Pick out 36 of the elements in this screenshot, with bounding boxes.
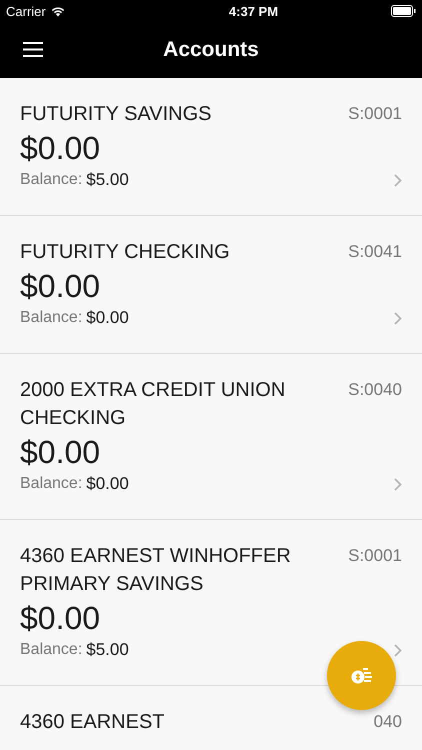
balance-value: $0.00 bbox=[86, 474, 129, 494]
account-code: S:0001 bbox=[348, 103, 402, 125]
account-name: 4360 EARNEST WINHOFFER PRIMARY SAVINGS bbox=[20, 544, 292, 597]
menu-icon[interactable] bbox=[23, 42, 43, 57]
battery-icon bbox=[390, 5, 416, 17]
chevron-right-icon bbox=[394, 174, 402, 186]
account-code: S:0041 bbox=[348, 241, 402, 263]
account-name: 2000 EXTRA CREDIT UNION CHECKING bbox=[20, 378, 286, 431]
account-row[interactable]: FUTURITY CHECKING S:0041 $0.00 Balance: $0.00 bbox=[0, 216, 422, 354]
account-code: S:0001 bbox=[348, 545, 402, 567]
account-name: 4360 EARNEST bbox=[20, 710, 166, 735]
account-name: FUTURITY SAVINGS bbox=[20, 102, 213, 127]
account-row[interactable]: 2000 EXTRA CREDIT UNION CHECKING S:0040 $0.00 Balance: $0.00 bbox=[0, 354, 422, 520]
account-amount: $0.00 bbox=[20, 267, 102, 306]
account-code: 040 bbox=[374, 711, 402, 733]
account-amount: $0.00 bbox=[20, 129, 102, 168]
balance-label: Balance: bbox=[20, 475, 82, 493]
account-name: FUTURITY CHECKING bbox=[20, 240, 231, 265]
carrier-name: Carrier bbox=[6, 4, 46, 18]
account-amount: $0.00 bbox=[20, 599, 102, 638]
coin-stack-icon bbox=[350, 666, 372, 684]
balance-label: Balance: bbox=[20, 641, 82, 659]
account-amount: $0.00 bbox=[20, 433, 102, 472]
balance-value: $0.00 bbox=[86, 308, 129, 328]
status-time: 4:37 PM bbox=[228, 4, 278, 18]
balance-label: Balance: bbox=[20, 171, 82, 189]
chevron-right-icon bbox=[394, 478, 402, 490]
balance-value: $5.00 bbox=[86, 640, 129, 660]
account-row[interactable]: FUTURITY SAVINGS S:0001 $0.00 Balance: $5.00 bbox=[0, 78, 422, 216]
screen-title: Accounts bbox=[163, 38, 259, 62]
chevron-right-icon bbox=[394, 644, 402, 656]
balance-label: Balance: bbox=[20, 309, 82, 327]
balance-value: $5.00 bbox=[86, 170, 129, 190]
wifi-icon bbox=[50, 6, 65, 16]
chevron-right-icon bbox=[394, 312, 402, 324]
account-code: S:0040 bbox=[348, 379, 402, 401]
